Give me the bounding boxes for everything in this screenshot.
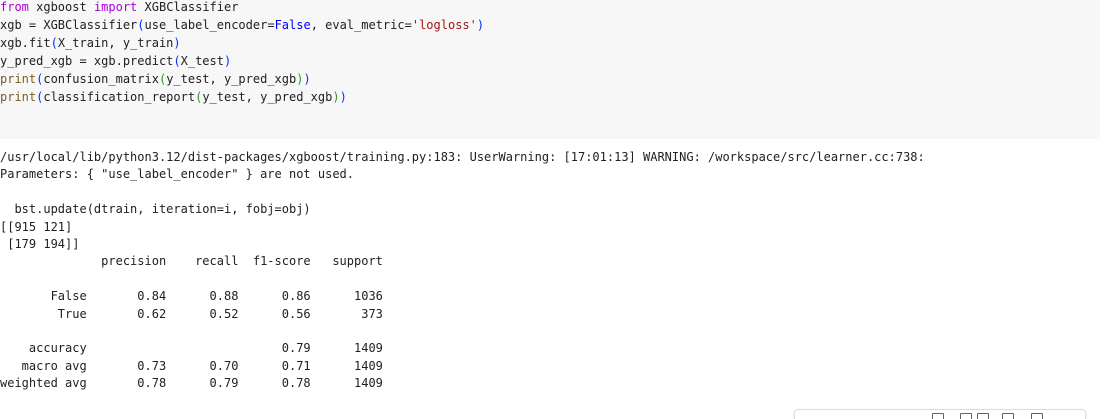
output-line: /usr/local/lib/python3.12/dist-packages/… — [0, 150, 932, 164]
code-token: use_label_encoder= — [144, 18, 275, 32]
notebook-page: from xgboost import XGBClassifier xgb = X… — [0, 0, 1106, 419]
code-token: X_test — [180, 54, 224, 68]
code-token: ) — [339, 90, 347, 104]
output-line: Parameters: { "use_label_encoder" } are … — [0, 167, 355, 182]
output-line: [[915 121] — [0, 219, 73, 234]
edit-icon[interactable] — [1002, 413, 1014, 419]
code-token: XGBClassifier — [137, 0, 239, 14]
code-token: xgb.fit — [0, 36, 51, 50]
code-token: 'logloss' — [411, 18, 477, 32]
code-token: ( — [50, 36, 58, 50]
code-token: y_pred_xgb = xgb.predict — [0, 54, 174, 68]
output-line: True 0.62 0.52 0.56 373 — [0, 306, 383, 321]
code-token: , eval_metric= — [310, 18, 412, 32]
code-token: confusion_matrix — [43, 72, 159, 86]
code-token: print — [0, 72, 37, 86]
code-token: ) — [476, 18, 485, 32]
code-line: print(classification_report(y_test, y_pr… — [0, 88, 484, 106]
code-token: ( — [173, 54, 181, 68]
code-token: from — [0, 0, 29, 14]
code-token: ) — [303, 72, 311, 86]
output-line: False 0.84 0.88 0.86 1036 — [0, 289, 383, 304]
output-line: macro avg 0.73 0.70 0.71 1409 — [0, 358, 383, 373]
code-line: xgb = XGBClassifier(use_label_encoder=Fa… — [0, 16, 484, 34]
output-line: [179 194]] — [0, 236, 80, 251]
code-token: ) — [332, 90, 340, 104]
code-token: False — [274, 18, 311, 32]
code-token: print — [0, 90, 37, 104]
code-token: y_test, y_pred_xgb — [202, 90, 333, 104]
code-token: import — [93, 0, 138, 14]
output-line: bst.update(dtrain, iteration=i, fobj=obj… — [0, 202, 311, 217]
output-line: precision recall f1-score support — [0, 254, 383, 269]
cell-action-icon[interactable] — [932, 413, 944, 419]
code-token: ( — [137, 18, 145, 32]
copy-icon[interactable] — [960, 413, 972, 419]
code-token: y_test, y_pred_xgb — [166, 72, 297, 86]
code-token: classification_report — [43, 90, 196, 104]
code-line: from xgboost import XGBClassifier — [0, 0, 484, 16]
code-token: ) — [223, 54, 232, 68]
code-editor[interactable]: from xgboost import XGBClassifier xgb = X… — [0, 0, 484, 106]
link-icon[interactable] — [977, 413, 989, 419]
code-token: X_train, y_train — [57, 36, 174, 50]
code-cell[interactable]: from xgboost import XGBClassifier xgb = X… — [0, 0, 1100, 139]
delete-icon[interactable] — [1031, 413, 1043, 419]
cell-output: /usr/local/lib/python3.12/dist-packages/… — [0, 149, 932, 392]
code-token: xgboost — [28, 0, 94, 14]
code-token: ) — [173, 36, 181, 50]
cell-toolbar — [794, 409, 1086, 419]
code-line: y_pred_xgb = xgb.predict(X_test) — [0, 52, 484, 70]
code-token: xgb = XGBClassifier — [0, 18, 138, 32]
code-line: xgb.fit(X_train, y_train) — [0, 34, 484, 52]
output-line: weighted avg 0.78 0.79 0.78 1409 — [0, 376, 383, 391]
code-line: print(confusion_matrix(y_test, y_pred_xg… — [0, 70, 484, 88]
output-line: accuracy 0.79 1409 — [0, 341, 383, 356]
